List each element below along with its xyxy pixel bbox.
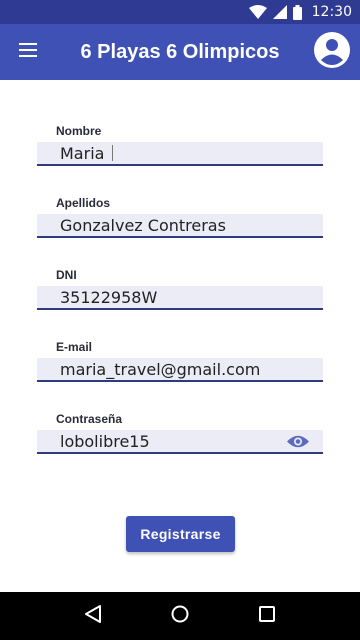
apellidos-label: Apellidos bbox=[56, 196, 111, 210]
signal-icon bbox=[272, 5, 287, 19]
nombre-label: Nombre bbox=[56, 124, 102, 138]
menu-button[interactable] bbox=[0, 24, 56, 80]
account-circle-icon bbox=[314, 31, 350, 73]
menu-icon bbox=[19, 42, 37, 62]
wifi-icon bbox=[248, 5, 267, 19]
apellidos-value: Gonzalvez Contreras bbox=[60, 215, 226, 235]
toggle-password-visibility-button[interactable] bbox=[287, 434, 309, 453]
password-label: Contraseña bbox=[56, 412, 123, 426]
email-label: E-mail bbox=[56, 340, 93, 354]
battery-icon bbox=[292, 4, 302, 20]
eye-icon bbox=[287, 434, 309, 453]
text-cursor bbox=[112, 145, 114, 161]
apellidos-input[interactable]: Gonzalvez Contreras bbox=[37, 214, 323, 238]
dni-label: DNI bbox=[56, 268, 77, 282]
recents-icon bbox=[258, 605, 275, 627]
app-bar: 6 Playas 6 Olimpicos bbox=[0, 24, 360, 80]
status-time: 12:30 bbox=[311, 4, 352, 20]
home-button[interactable] bbox=[160, 596, 200, 636]
nombre-input[interactable]: Maria bbox=[37, 142, 323, 166]
home-icon bbox=[171, 605, 189, 628]
recents-button[interactable] bbox=[247, 596, 287, 636]
back-icon bbox=[85, 604, 102, 628]
app-title: 6 Playas 6 Olimpicos bbox=[80, 40, 280, 63]
nombre-value: Maria bbox=[60, 143, 105, 163]
password-value: lobolibre15 bbox=[60, 431, 150, 451]
password-input[interactable]: lobolibre15 bbox=[37, 430, 323, 454]
navigation-bar bbox=[0, 592, 360, 640]
register-button[interactable]: Registrarse bbox=[126, 516, 235, 552]
email-input[interactable]: maria_travel@gmail.com bbox=[37, 358, 323, 382]
dni-input[interactable]: 35122958W bbox=[37, 286, 323, 310]
back-button[interactable] bbox=[73, 596, 113, 636]
account-button[interactable] bbox=[304, 24, 360, 80]
status-bar: 12:30 bbox=[0, 0, 360, 24]
email-value: maria_travel@gmail.com bbox=[60, 359, 261, 379]
dni-value: 35122958W bbox=[60, 287, 158, 307]
